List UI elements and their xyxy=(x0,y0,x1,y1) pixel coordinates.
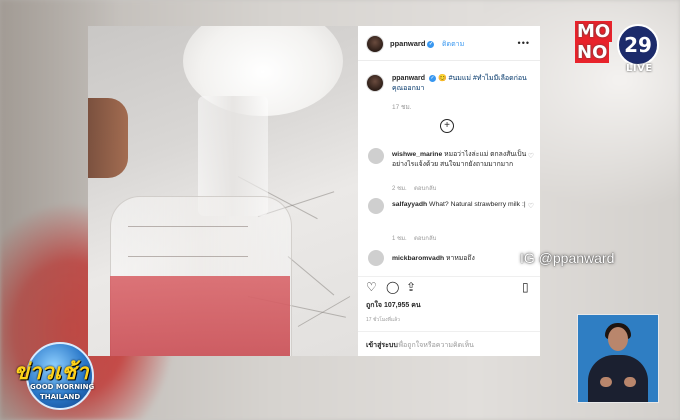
show-logo: ข่าวเช้า GOOD MORNING THAILAND xyxy=(10,338,100,414)
add-comment-prompt: เพื่อถูกใจหรือความคิดเห็น xyxy=(396,342,474,349)
bottle-lid xyxy=(88,98,128,178)
username-text[interactable]: ppanward xyxy=(390,39,425,48)
verified-icon: ✓ xyxy=(429,74,437,82)
comment-item: wishwe_marine หมอว่าไงล่ะแม่ ตกลงสันเป็น… xyxy=(392,150,534,170)
instagram-panel: ppanward ✓ ติดตาม ••• ppanward ✓ 😊 #นมแม่… xyxy=(358,26,540,356)
interpreter-hand xyxy=(624,377,636,387)
comment-item: salfayyadh What? Natural strawberry milk… xyxy=(392,200,534,210)
comment-text: What? Natural strawberry milk :| xyxy=(429,201,526,208)
likes-count[interactable]: ถูกใจ 107,955 คน xyxy=(366,300,421,311)
logo-number: 29 xyxy=(617,24,659,66)
post-username[interactable]: ppanward ✓ xyxy=(390,39,435,48)
logo-row2: NO xyxy=(575,42,610,63)
channel-logo: MO NO 29 xyxy=(575,21,659,66)
sign-language-interpreter xyxy=(577,314,659,403)
logo-row1: MO xyxy=(575,21,613,42)
post-photo xyxy=(88,26,358,356)
post-time: 17 ชม. xyxy=(392,104,412,111)
comment-like-icon[interactable]: ♡ xyxy=(528,152,534,160)
comment-username[interactable]: mickbaromvadh xyxy=(392,255,444,262)
comment-avatar[interactable] xyxy=(368,198,384,214)
comment-like-icon[interactable]: ♡ xyxy=(528,202,534,210)
more-options-icon[interactable]: ••• xyxy=(518,38,530,48)
comment-username[interactable]: wishwe_marine xyxy=(392,151,442,158)
login-link[interactable]: เข้าสู่ระบบ xyxy=(366,340,398,351)
comment-time: 1 ชม. xyxy=(392,236,407,242)
pink-milk xyxy=(110,276,290,356)
share-icon[interactable]: ⇪ xyxy=(406,281,416,293)
avatar[interactable] xyxy=(366,35,384,53)
verified-icon: ✓ xyxy=(427,40,435,48)
bookmark-icon[interactable]: ▯ xyxy=(522,281,529,293)
action-bar: ♡ ◯ ⇪ ▯ xyxy=(358,276,540,297)
live-badge: LIVE xyxy=(626,63,653,74)
post-header: ppanward ✓ ติดตาม ••• xyxy=(358,26,540,61)
post-caption: ppanward ✓ 😊 #นมแม่ #ทำไมมีเลือดก่อนคุณอ… xyxy=(392,74,532,94)
comment-item: mickbaromvadh หาหมอถึง xyxy=(392,254,534,264)
interpreter-hand xyxy=(600,377,612,387)
post-date: 17 ชั่วโมงที่แล้ว xyxy=(366,317,400,323)
reply-button[interactable]: ตอบกลับ xyxy=(414,183,436,193)
comment-username[interactable]: salfayyadh xyxy=(392,201,427,208)
heart-icon[interactable]: ♡ xyxy=(366,281,377,293)
comment-text: หาหมอถึง xyxy=(446,255,475,262)
comment-time: 2 ชม. xyxy=(392,186,407,192)
load-more-comments-icon[interactable]: + xyxy=(440,119,454,133)
show-subtitle: GOOD MORNING xyxy=(30,383,95,391)
follow-button[interactable]: ติดตาม xyxy=(442,39,464,50)
comment-avatar[interactable] xyxy=(368,148,384,164)
show-subtitle: THAILAND xyxy=(40,393,81,401)
interpreter-body xyxy=(588,355,648,402)
caption-avatar[interactable] xyxy=(366,74,384,92)
instagram-credit: IG @ppanward xyxy=(520,250,615,266)
caption-username[interactable]: ppanward xyxy=(392,75,425,82)
comment-avatar[interactable] xyxy=(368,250,384,266)
comment-icon[interactable]: ◯ xyxy=(386,281,399,293)
reply-button[interactable]: ตอบกลับ xyxy=(414,233,436,243)
add-comment-bar: เข้าสู่ระบบ เพื่อถูกใจหรือความคิดเห็น xyxy=(358,331,540,357)
interpreter-head xyxy=(608,327,628,351)
